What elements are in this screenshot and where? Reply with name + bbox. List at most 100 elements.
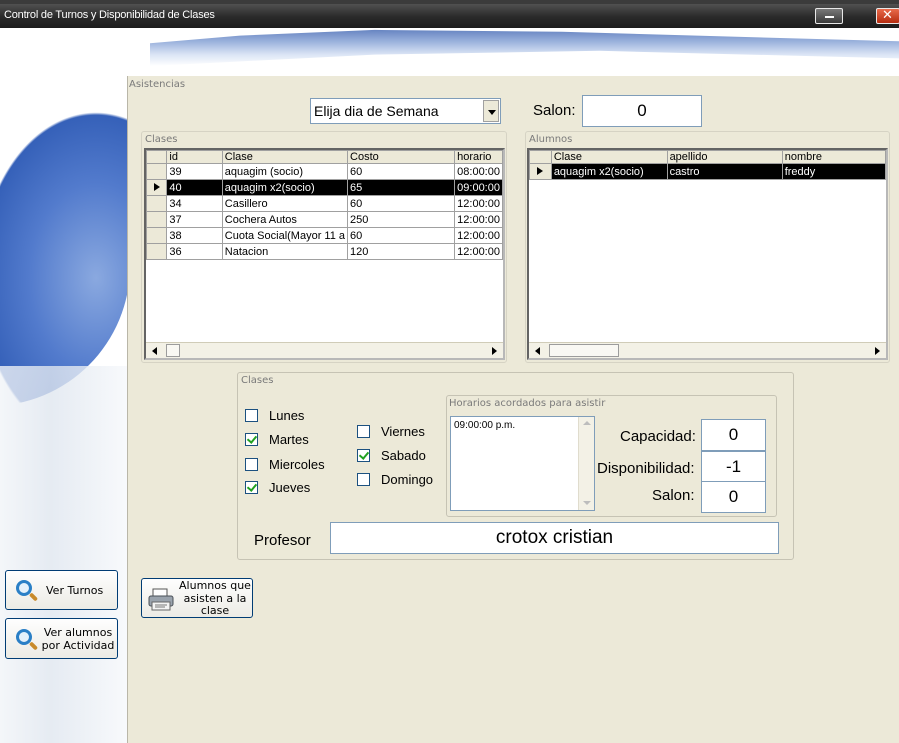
horarios-list[interactable]: 09:00:00 p.m. <box>450 416 595 511</box>
scroll-right-icon[interactable] <box>870 344 884 357</box>
ver-alumnos-actividad-button[interactable]: Ver alumnos por Actividad <box>5 618 118 659</box>
disponibilidad-label: Disponibilidad: <box>597 460 695 477</box>
minimize-button[interactable] <box>815 8 843 24</box>
profesor-field[interactable]: crotox cristian <box>330 522 779 554</box>
day-checkbox-jueves[interactable]: Jueves <box>245 480 310 495</box>
table-cell[interactable]: 60 <box>347 163 456 180</box>
column-header[interactable]: horario <box>454 150 503 164</box>
table-cell[interactable]: 37 <box>166 211 223 228</box>
table-cell[interactable]: 39 <box>166 163 223 180</box>
table-cell[interactable]: aquagim x2(socio) <box>221 179 349 196</box>
day-of-week-select[interactable]: Elija dia de Semana <box>310 98 501 124</box>
table-cell[interactable]: aquagim (socio) <box>221 163 349 180</box>
table-cell[interactable]: castro <box>666 163 783 180</box>
table-row[interactable]: aquagim x2(socio) castro freddy <box>529 163 886 180</box>
salon-detail-field[interactable]: 0 <box>701 481 766 513</box>
table-cell[interactable]: 34 <box>166 195 223 212</box>
table-cell[interactable]: 12:00:00 <box>454 227 503 244</box>
table-row[interactable]: 39 aquagim (socio) 60 08:00:00 <box>146 163 503 180</box>
table-cell[interactable]: Casillero <box>221 195 349 212</box>
column-header[interactable]: apellido <box>666 150 783 164</box>
column-header[interactable]: Clase <box>221 150 349 164</box>
day-checkbox-lunes[interactable]: Lunes <box>245 408 304 423</box>
table-row[interactable]: 40 aquagim x2(socio) 65 09:00:00 <box>146 179 503 196</box>
list-item[interactable]: 09:00:00 p.m. <box>454 420 515 431</box>
scroll-thumb[interactable] <box>166 344 180 357</box>
day-checkbox-viernes[interactable]: Viernes <box>357 424 425 439</box>
capacidad-field[interactable]: 0 <box>701 419 766 451</box>
checkbox[interactable] <box>357 449 370 462</box>
salon-field[interactable]: 0 <box>582 95 702 127</box>
row-header[interactable] <box>146 179 168 196</box>
table-row[interactable]: 34 Casillero 60 12:00:00 <box>146 195 503 212</box>
clases-hscrollbar[interactable] <box>146 342 503 358</box>
decor-haze <box>0 366 127 743</box>
alumnos-grid[interactable]: Clase apellido nombre aquagim x2(socio) c… <box>527 148 888 360</box>
table-cell[interactable]: 60 <box>347 227 456 244</box>
alumnos-header-row: Clase apellido nombre <box>529 150 886 164</box>
clases-table: id Clase Costo horario 39 aquagim (socio)… <box>146 150 503 260</box>
button-label-line: por Actividad <box>41 639 115 652</box>
table-cell[interactable]: Cuota Social(Mayor 11 a <box>221 227 349 244</box>
day-checkbox-miercoles[interactable]: Miercoles <box>245 457 325 472</box>
row-header[interactable] <box>146 243 168 260</box>
table-cell[interactable]: 12:00:00 <box>454 195 503 212</box>
ver-turnos-button[interactable]: Ver Turnos <box>5 570 118 610</box>
day-label: Domingo <box>381 472 434 487</box>
column-header[interactable]: Costo <box>347 150 456 164</box>
table-cell[interactable]: 120 <box>347 243 456 260</box>
table-cell[interactable]: Natacion <box>221 243 349 260</box>
table-cell[interactable]: 12:00:00 <box>454 211 503 228</box>
row-header[interactable] <box>146 227 168 244</box>
table-cell[interactable]: 09:00:00 <box>454 179 503 196</box>
table-row[interactable]: 37 Cochera Autos 250 12:00:00 <box>146 211 503 228</box>
column-header[interactable]: Clase <box>550 150 668 164</box>
scroll-left-icon[interactable] <box>148 344 162 357</box>
column-header[interactable]: nombre <box>781 150 886 164</box>
alumnos-asisten-button[interactable]: Alumnos que asisten a la clase <box>141 578 253 618</box>
close-button[interactable]: ✕ <box>876 8 899 24</box>
row-header[interactable] <box>146 195 168 212</box>
checkbox[interactable] <box>245 409 258 422</box>
row-header[interactable] <box>146 163 168 180</box>
day-checkbox-sabado[interactable]: Sabado <box>357 448 426 463</box>
table-cell[interactable]: 12:00:00 <box>454 243 503 260</box>
ver-turnos-label: Ver Turnos <box>46 584 104 597</box>
row-header-corner <box>529 150 552 164</box>
table-cell[interactable]: 40 <box>166 179 223 196</box>
table-cell[interactable]: aquagim x2(socio) <box>550 163 668 180</box>
table-cell[interactable]: 60 <box>347 195 456 212</box>
horarios-group-title: Horarios acordados para asistir <box>449 398 606 409</box>
table-row[interactable]: 38 Cuota Social(Mayor 11 a 60 12:00:00 <box>146 227 503 244</box>
table-cell[interactable]: 38 <box>166 227 223 244</box>
column-header[interactable]: id <box>166 150 223 164</box>
table-cell[interactable]: freddy <box>781 163 886 180</box>
table-cell[interactable]: 65 <box>347 179 456 196</box>
clases-grid[interactable]: id Clase Costo horario 39 aquagim (socio)… <box>144 148 505 360</box>
day-label: Sabado <box>381 448 426 463</box>
day-checkbox-domingo[interactable]: Domingo <box>357 472 433 487</box>
scroll-left-icon[interactable] <box>531 344 545 357</box>
horarios-vscrollbar[interactable] <box>578 417 594 510</box>
table-cell[interactable]: 08:00:00 <box>454 163 503 180</box>
disponibilidad-field[interactable]: -1 <box>701 451 766 483</box>
table-row[interactable]: 36 Natacion 120 12:00:00 <box>146 243 503 260</box>
checkbox[interactable] <box>245 458 258 471</box>
table-cell[interactable]: Cochera Autos <box>221 211 349 228</box>
day-label: Viernes <box>381 424 425 439</box>
checkbox[interactable] <box>245 433 258 446</box>
alumnos-hscrollbar[interactable] <box>529 342 886 358</box>
checkbox[interactable] <box>245 481 258 494</box>
alumnos-table: Clase apellido nombre aquagim x2(socio) c… <box>529 150 886 180</box>
table-cell[interactable]: 36 <box>166 243 223 260</box>
row-header[interactable] <box>529 163 552 180</box>
checkbox[interactable] <box>357 425 370 438</box>
chevron-down-icon[interactable] <box>483 100 499 122</box>
table-cell[interactable]: 250 <box>347 211 456 228</box>
checkbox[interactable] <box>357 473 370 486</box>
scroll-thumb[interactable] <box>549 344 619 357</box>
magnifier-icon <box>16 580 32 596</box>
scroll-right-icon[interactable] <box>487 344 501 357</box>
day-checkbox-martes[interactable]: Martes <box>245 432 309 447</box>
row-header[interactable] <box>146 211 168 228</box>
